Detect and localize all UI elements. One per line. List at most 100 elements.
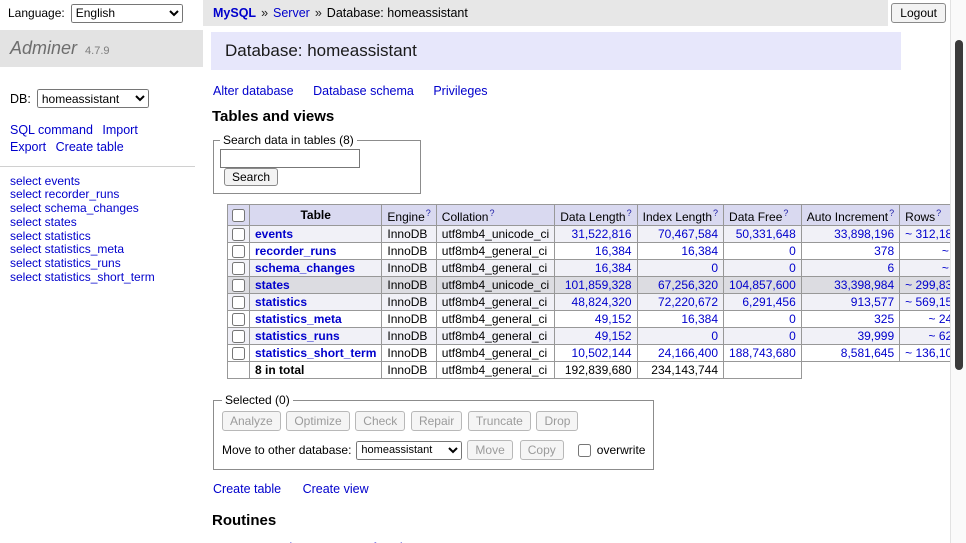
auto-increment-link[interactable]: 913,577 <box>851 295 894 309</box>
index-length-link[interactable]: 0 <box>711 329 718 343</box>
logout-button[interactable]: Logout <box>891 3 946 23</box>
import-link[interactable]: Import <box>102 123 137 137</box>
breadcrumb-server-link[interactable]: Server <box>273 6 310 20</box>
sidebar-item-select-statistics-meta[interactable]: select statistics_meta <box>10 243 203 257</box>
copy-button[interactable]: Copy <box>520 440 564 460</box>
breadcrumb-mysql-link[interactable]: MySQL <box>213 6 256 20</box>
move-database-select[interactable]: homeassistant <box>356 441 462 460</box>
rows-link[interactable]: ~ 299,833 <box>905 278 950 292</box>
sidebar-item-select-recorder-runs[interactable]: select recorder_runs <box>10 188 203 202</box>
help-icon[interactable]: ? <box>713 208 718 218</box>
sidebar-item-select-schema-changes[interactable]: select schema_changes <box>10 202 203 216</box>
help-icon[interactable]: ? <box>783 208 788 218</box>
rows-link[interactable]: ~ 136,108 <box>905 346 950 360</box>
row-checkbox[interactable] <box>232 347 245 360</box>
export-link[interactable]: Export <box>10 140 46 154</box>
privileges-link[interactable]: Privileges <box>433 84 487 98</box>
rows-link[interactable]: ~ 569,159 <box>905 295 950 309</box>
create-table-link[interactable]: Create table <box>56 140 124 154</box>
auto-increment-link[interactable]: 33,398,984 <box>834 278 894 292</box>
row-checkbox[interactable] <box>232 228 245 241</box>
rows-link[interactable]: ~ 312,180 <box>905 227 950 241</box>
auto-increment-link[interactable]: 325 <box>874 312 894 326</box>
sql-command-link[interactable]: SQL command <box>10 123 93 137</box>
scrollbar-thumb[interactable] <box>955 40 963 370</box>
sidebar-item-select-statistics-short-term[interactable]: select statistics_short_term <box>10 271 203 285</box>
help-icon[interactable]: ? <box>426 208 431 218</box>
auto-increment-link[interactable]: 6 <box>887 261 894 275</box>
row-checkbox[interactable] <box>232 262 245 275</box>
table-link[interactable]: statistics <box>255 295 307 309</box>
table-link[interactable]: states <box>255 278 290 292</box>
data-length-link[interactable]: 101,859,328 <box>565 278 632 292</box>
select-all-checkbox[interactable] <box>232 209 245 222</box>
row-checkbox[interactable] <box>232 313 245 326</box>
data-free-link[interactable]: 0 <box>789 244 796 258</box>
table-link[interactable]: statistics_runs <box>255 329 340 343</box>
index-length-link[interactable]: 16,384 <box>681 312 718 326</box>
db-select[interactable]: homeassistant <box>37 89 149 108</box>
data-free-link[interactable]: 188,743,680 <box>729 346 796 360</box>
data-length-link[interactable]: 31,522,816 <box>572 227 632 241</box>
scrollbar[interactable] <box>950 0 966 543</box>
data-length-link[interactable]: 16,384 <box>595 261 632 275</box>
create-view-link[interactable]: Create view <box>303 482 369 496</box>
auto-increment-link[interactable]: 33,898,196 <box>834 227 894 241</box>
rows-link[interactable]: ~ 3 <box>942 261 950 275</box>
data-free-link[interactable]: 6,291,456 <box>742 295 795 309</box>
row-checkbox[interactable] <box>232 330 245 343</box>
table-link[interactable]: statistics_meta <box>255 312 342 326</box>
row-checkbox[interactable] <box>232 279 245 292</box>
check-button[interactable]: Check <box>355 411 405 431</box>
help-icon[interactable]: ? <box>627 208 632 218</box>
sidebar-item-select-states[interactable]: select states <box>10 216 203 230</box>
index-length-link[interactable]: 24,166,400 <box>658 346 718 360</box>
data-free-link[interactable]: 0 <box>789 312 796 326</box>
data-length-link[interactable]: 16,384 <box>595 244 632 258</box>
rows-link[interactable]: ~ 5 <box>942 244 950 258</box>
data-free-link[interactable]: 50,331,648 <box>736 227 796 241</box>
analyze-button[interactable]: Analyze <box>222 411 281 431</box>
auto-increment-link[interactable]: 378 <box>874 244 894 258</box>
search-input[interactable] <box>220 149 360 168</box>
auto-increment-link[interactable]: 8,581,645 <box>841 346 894 360</box>
create-table-main-link[interactable]: Create table <box>213 482 281 496</box>
search-button[interactable]: Search <box>224 168 278 186</box>
help-icon[interactable]: ? <box>889 208 894 218</box>
rows-link[interactable]: ~ 628 <box>929 329 951 343</box>
repair-button[interactable]: Repair <box>411 411 462 431</box>
index-length-link[interactable]: 0 <box>711 261 718 275</box>
help-icon[interactable]: ? <box>489 208 494 218</box>
sidebar-item-select-statistics-runs[interactable]: select statistics_runs <box>10 257 203 271</box>
auto-increment-link[interactable]: 39,999 <box>857 329 894 343</box>
data-length-link[interactable]: 49,152 <box>595 329 632 343</box>
data-length-link[interactable]: 48,824,320 <box>572 295 632 309</box>
row-checkbox[interactable] <box>232 296 245 309</box>
sidebar-item-select-events[interactable]: select events <box>10 175 203 189</box>
data-free-link[interactable]: 104,857,600 <box>729 278 796 292</box>
help-icon[interactable]: ? <box>936 208 941 218</box>
row-checkbox[interactable] <box>232 245 245 258</box>
index-length-link[interactable]: 67,256,320 <box>658 278 718 292</box>
table-link[interactable]: schema_changes <box>255 261 355 275</box>
database-schema-link[interactable]: Database schema <box>313 84 414 98</box>
sidebar-item-select-statistics[interactable]: select statistics <box>10 230 203 244</box>
table-link[interactable]: recorder_runs <box>255 244 336 258</box>
app-name[interactable]: Adminer <box>10 38 77 58</box>
rows-link[interactable]: ~ 244 <box>929 312 951 326</box>
alter-database-link[interactable]: Alter database <box>213 84 294 98</box>
table-link[interactable]: events <box>255 227 293 241</box>
truncate-button[interactable]: Truncate <box>468 411 531 431</box>
overwrite-checkbox[interactable] <box>578 444 591 457</box>
data-free-link[interactable]: 0 <box>789 329 796 343</box>
data-free-link[interactable]: 0 <box>789 261 796 275</box>
data-length-link[interactable]: 10,502,144 <box>572 346 632 360</box>
optimize-button[interactable]: Optimize <box>286 411 349 431</box>
table-link[interactable]: statistics_short_term <box>255 346 376 360</box>
data-length-link[interactable]: 49,152 <box>595 312 632 326</box>
language-select[interactable]: English <box>71 4 183 23</box>
drop-button[interactable]: Drop <box>536 411 578 431</box>
index-length-link[interactable]: 70,467,584 <box>658 227 718 241</box>
index-length-link[interactable]: 72,220,672 <box>658 295 718 309</box>
index-length-link[interactable]: 16,384 <box>681 244 718 258</box>
